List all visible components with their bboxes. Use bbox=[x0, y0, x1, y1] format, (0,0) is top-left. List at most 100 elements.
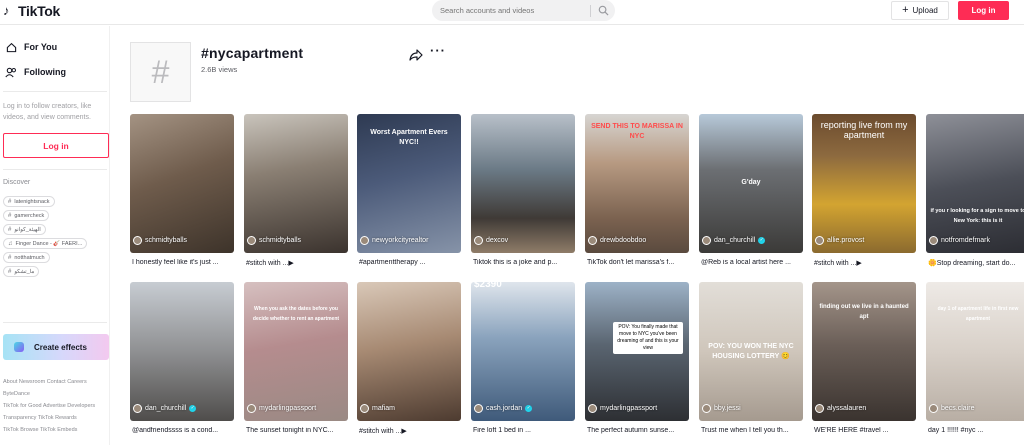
video-author[interactable]: allie.provost bbox=[815, 236, 864, 245]
video-thumbnail[interactable]: schmidtyballs bbox=[244, 114, 348, 253]
video-thumbnail[interactable]: Worst Apartment Evers NYC!! newyorkcityre… bbox=[357, 114, 461, 253]
video-thumbnail[interactable]: schmidtyballs bbox=[130, 114, 234, 253]
video-card[interactable]: When you ask the dates before you decide… bbox=[244, 282, 348, 442]
video-thumbnail[interactable]: SEND THIS TO MARISSA IN NYC drewbdoobdoo bbox=[585, 114, 689, 253]
video-caption[interactable]: #stitch with ...▶ bbox=[359, 427, 461, 435]
more-options-button[interactable]: ··· bbox=[430, 44, 446, 57]
discover-chip[interactable]: ♫ Finger Dance - 🎸 FAERI... bbox=[3, 238, 88, 249]
video-card[interactable]: $2390 cash.jordan ✓ Fire loft 1 bed in ... bbox=[471, 282, 575, 442]
video-caption[interactable]: WE'RE HERE #travel ... bbox=[814, 427, 916, 434]
video-author[interactable]: cash.jordan ✓ bbox=[474, 404, 533, 413]
video-author[interactable]: newyorkcityrealtor bbox=[360, 236, 428, 245]
video-thumbnail[interactable]: if you r looking for a sign to move to N… bbox=[926, 114, 1024, 253]
video-thumbnail[interactable]: $2390 cash.jordan ✓ bbox=[471, 282, 575, 421]
footer-links: About Newsroom Contact Careers ByteDance… bbox=[3, 376, 110, 436]
search-icon bbox=[598, 5, 609, 16]
login-button-header[interactable]: Log in bbox=[958, 1, 1009, 20]
video-card[interactable]: schmidtyballs I honestly feel like it's j… bbox=[130, 114, 234, 274]
tiktok-logo[interactable]: ♪ TikTok bbox=[3, 3, 60, 19]
video-author[interactable]: bby.jessi bbox=[702, 404, 741, 413]
video-author[interactable]: mydarlingpassport bbox=[247, 404, 316, 413]
video-caption[interactable]: I honestly feel like it's just ... bbox=[132, 259, 234, 266]
video-thumbnail[interactable]: When you ask the dates before you decide… bbox=[244, 282, 348, 421]
video-author[interactable]: schmidtyballs bbox=[133, 236, 187, 245]
video-caption[interactable]: day 1 !!!!!! #nyc ... bbox=[928, 427, 1024, 434]
nav-following[interactable]: Following bbox=[5, 66, 66, 78]
video-caption[interactable]: Trust me when I tell you th... bbox=[701, 427, 803, 434]
video-card[interactable]: dan_churchill ✓ @andfriendssss is a cond..… bbox=[130, 282, 234, 442]
video-card[interactable]: POV: YOU WON THE NYC HOUSING LOTTERY 😊 bb… bbox=[699, 282, 803, 442]
discover-chip[interactable]: # الهيئة_كوانو bbox=[3, 224, 46, 235]
video-author[interactable]: mafiam bbox=[360, 404, 395, 413]
upload-button[interactable]: + Upload bbox=[891, 1, 949, 20]
video-author[interactable]: notfromdefmark bbox=[929, 236, 990, 245]
footer-line[interactable]: TikTok Browse TikTok Embeds bbox=[3, 424, 110, 436]
avatar bbox=[474, 236, 483, 245]
logo-text: TikTok bbox=[18, 3, 61, 19]
footer-line[interactable]: ByteDance bbox=[3, 388, 110, 400]
video-thumbnail[interactable]: reporting live from my apartment allie.pr… bbox=[812, 114, 916, 253]
video-author[interactable]: alyssalauren bbox=[815, 404, 866, 413]
video-caption[interactable]: #stitch with ...▶ bbox=[246, 259, 348, 267]
video-caption[interactable]: Fire loft 1 bed in ... bbox=[473, 427, 575, 434]
nav-for-you[interactable]: For You bbox=[5, 41, 57, 53]
video-thumbnail[interactable]: mafiam bbox=[357, 282, 461, 421]
video-card[interactable]: mafiam #stitch with ...▶ bbox=[357, 282, 461, 442]
discover-chip[interactable]: # notthatmuch bbox=[3, 252, 50, 263]
users-icon bbox=[5, 66, 17, 78]
sidebar-divider bbox=[3, 91, 107, 92]
video-card[interactable]: day 1 of apartment life in first new apa… bbox=[926, 282, 1024, 442]
login-button-sidebar[interactable]: Log in bbox=[3, 133, 109, 158]
avatar bbox=[702, 236, 711, 245]
username: alyssalauren bbox=[827, 405, 867, 412]
discover-chip[interactable]: # gamercheck bbox=[3, 210, 50, 221]
video-caption[interactable]: @Reb is a local artist here ... bbox=[701, 259, 803, 266]
video-card[interactable]: SEND THIS TO MARISSA IN NYC drewbdoobdoo T… bbox=[585, 114, 689, 274]
discover-chip[interactable]: # latenightsnack bbox=[3, 196, 55, 207]
create-effects-button[interactable]: Create effects bbox=[3, 334, 109, 360]
video-thumbnail[interactable]: POV: YOU WON THE NYC HOUSING LOTTERY 😊 bb… bbox=[699, 282, 803, 421]
video-card[interactable]: if you r looking for a sign to move to N… bbox=[926, 114, 1024, 274]
video-thumbnail[interactable]: POV: You finally made that move to NYC y… bbox=[585, 282, 689, 421]
footer-line[interactable]: TikTok for Good Advertise Developers bbox=[3, 400, 110, 412]
video-author[interactable]: mydarlingpassport bbox=[588, 404, 657, 413]
discover-chip[interactable]: # ما_تشكو bbox=[3, 266, 40, 277]
video-caption[interactable]: Tiktok this is a joke and p... bbox=[473, 259, 575, 266]
video-author[interactable]: dexcov bbox=[474, 236, 508, 245]
video-card[interactable]: POV: You finally made that move to NYC y… bbox=[585, 282, 689, 442]
video-card[interactable]: G'day dan_churchill ✓ @Reb is a local artis… bbox=[699, 114, 803, 274]
video-card[interactable]: dexcov Tiktok this is a joke and p... bbox=[471, 114, 575, 274]
video-overlay-text: POV: You finally made that move to NYC y… bbox=[613, 322, 683, 354]
video-author[interactable]: drewbdoobdoo bbox=[588, 236, 646, 245]
footer-line[interactable]: About Newsroom Contact Careers bbox=[3, 376, 110, 388]
video-author[interactable]: schmidtyballs bbox=[247, 236, 301, 245]
video-card[interactable]: Worst Apartment Evers NYC!! newyorkcityre… bbox=[357, 114, 461, 274]
video-thumbnail[interactable]: finding out we live in a haunted apt alys… bbox=[812, 282, 916, 421]
sidebar-divider bbox=[3, 322, 107, 323]
hashtag-icon: # bbox=[8, 254, 12, 261]
video-caption[interactable]: TikTok don't let marissa's f... bbox=[587, 259, 689, 266]
login-hint-text: Log in to follow creators, like videos, … bbox=[3, 103, 92, 121]
video-author[interactable]: dan_churchill ✓ bbox=[702, 236, 766, 245]
video-author[interactable]: becs.claire bbox=[929, 404, 974, 413]
video-thumbnail[interactable]: dan_churchill ✓ bbox=[130, 282, 234, 421]
search-button[interactable] bbox=[591, 0, 615, 21]
video-card[interactable]: reporting live from my apartment allie.pr… bbox=[812, 114, 916, 274]
video-thumbnail[interactable]: dexcov bbox=[471, 114, 575, 253]
video-caption[interactable]: The sunset tonight in NYC... bbox=[246, 427, 348, 434]
video-thumbnail[interactable]: day 1 of apartment life in first new apa… bbox=[926, 282, 1024, 421]
search-input[interactable] bbox=[432, 6, 590, 15]
avatar bbox=[815, 236, 824, 245]
video-thumbnail[interactable]: G'day dan_churchill ✓ bbox=[699, 114, 803, 253]
video-author[interactable]: dan_churchill ✓ bbox=[133, 404, 197, 413]
video-card[interactable]: finding out we live in a haunted apt alys… bbox=[812, 282, 916, 442]
video-caption[interactable]: 🌼Stop dreaming, start do... bbox=[928, 259, 1024, 267]
video-caption[interactable]: #stitch with ...▶ bbox=[814, 259, 916, 267]
footer-line[interactable]: Transparency TikTok Rewards bbox=[3, 412, 110, 424]
video-card[interactable]: schmidtyballs #stitch with ...▶ bbox=[244, 114, 348, 274]
video-caption[interactable]: @andfriendssss is a cond... bbox=[132, 427, 234, 434]
video-caption[interactable]: The perfect autumn sunse... bbox=[587, 427, 689, 434]
discover-chips: # latenightsnack # gamercheck # الهيئة_كوان… bbox=[3, 196, 109, 277]
video-caption[interactable]: #apartmenttherapy ... bbox=[359, 259, 461, 266]
share-button[interactable] bbox=[409, 48, 423, 62]
